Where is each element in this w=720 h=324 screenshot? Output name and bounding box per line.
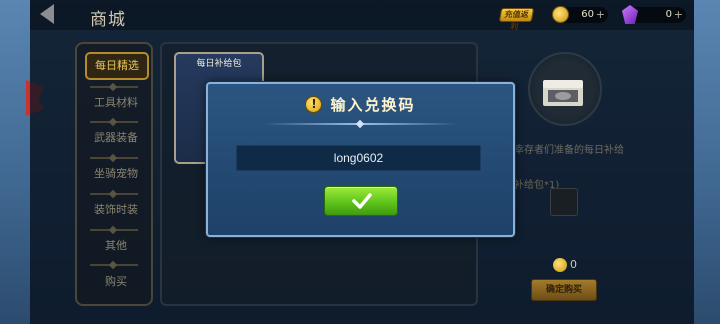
page-title: 商城 — [90, 10, 126, 30]
tab-purchase[interactable]: 购买 — [84, 268, 148, 296]
tab-mounts-pets[interactable]: 坐骑宠物 — [84, 160, 148, 188]
confirm-purchase-button[interactable]: 确定购买 — [531, 279, 597, 301]
supply-chest-icon — [543, 80, 583, 106]
back-button[interactable] — [36, 2, 58, 26]
confirm-button[interactable] — [324, 186, 398, 216]
price-amount: 0 — [570, 258, 577, 271]
menu-divider — [90, 157, 138, 159]
add-gold-icon[interactable]: + — [596, 8, 605, 21]
background-right — [694, 0, 720, 324]
item-description: 幸存者们准备的每日补给 — [514, 145, 624, 156]
add-gem-icon[interactable]: + — [674, 8, 683, 21]
redeem-code-input[interactable] — [236, 145, 481, 171]
tab-daily-picks[interactable]: 每日精选 — [85, 52, 149, 80]
redeem-code-dialog: ! 输入兑换码 — [206, 82, 515, 237]
gem-amount: 0 — [665, 9, 672, 20]
gold-coin-icon — [552, 6, 569, 23]
gem-counter[interactable]: 0 + — [622, 5, 686, 24]
menu-divider — [90, 193, 138, 195]
title-divider — [263, 123, 458, 125]
menu-divider — [90, 86, 138, 88]
tab-tools-materials[interactable]: 工具材料 — [84, 89, 148, 117]
price-coin-icon — [553, 258, 567, 272]
checkmark-icon — [352, 193, 372, 209]
menu-divider — [90, 121, 138, 123]
back-arrow-icon — [40, 4, 54, 24]
menu-divider — [90, 264, 138, 266]
dialog-header: ! 输入兑换码 — [208, 94, 513, 115]
item-card-title: 每日补给包 — [196, 59, 242, 69]
dialog-title: 输入兑换码 — [330, 96, 416, 114]
menu-divider — [90, 229, 138, 231]
gold-counter[interactable]: 60 + — [552, 6, 608, 23]
reward-chest-icon — [550, 188, 578, 216]
background-left — [0, 0, 30, 324]
tab-decor-fashion[interactable]: 装饰时装 — [84, 196, 148, 224]
gold-amount: 60 — [581, 9, 594, 20]
recharge-badge[interactable]: 充值返利 — [498, 8, 535, 31]
tab-other[interactable]: 其他 — [84, 232, 148, 260]
warning-icon: ! — [305, 96, 323, 113]
tab-weapons-equipment[interactable]: 武器装备 — [84, 124, 148, 152]
